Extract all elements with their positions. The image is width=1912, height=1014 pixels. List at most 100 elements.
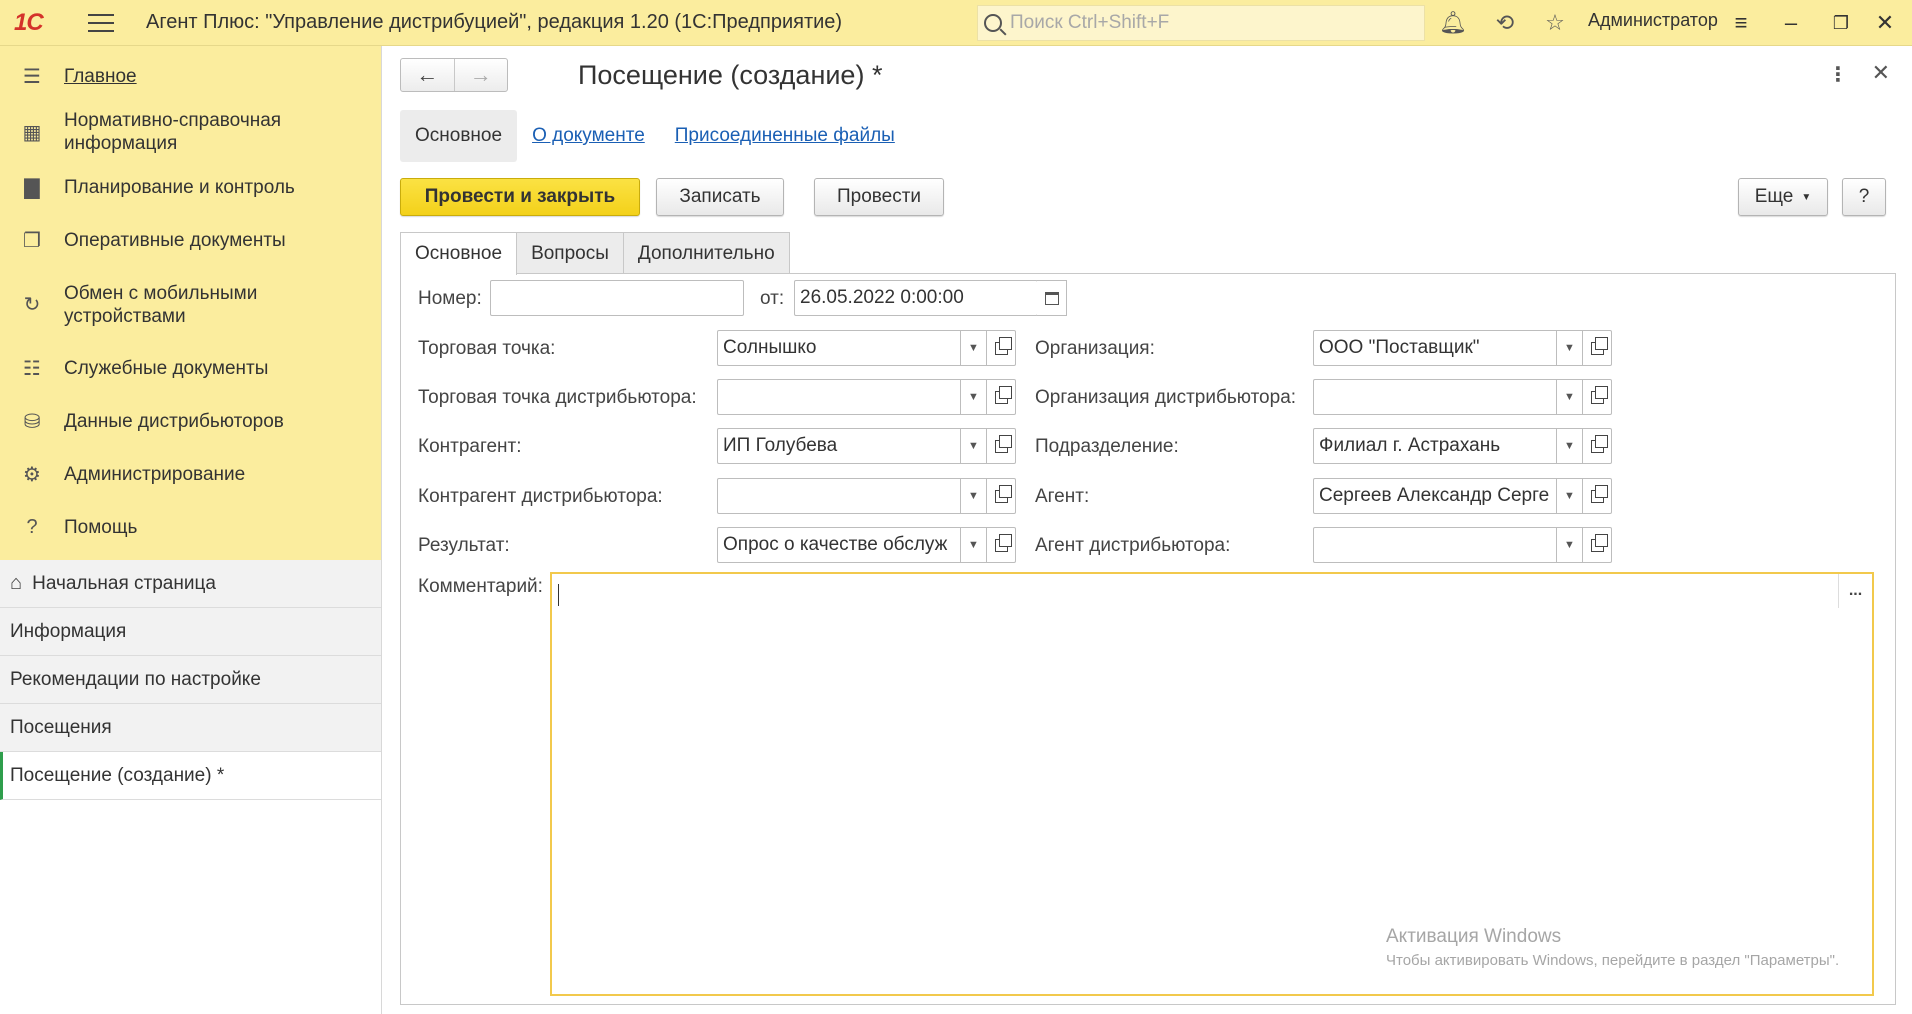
section-reference-info[interactable]: ▦ Нормативно-справочная информация xyxy=(0,103,381,161)
division-input[interactable]: Филиал г. Астрахань xyxy=(1313,428,1557,464)
history-icon[interactable]: ⟲ xyxy=(1490,8,1520,38)
open-window-visits[interactable]: Посещения xyxy=(0,704,381,752)
dist-counterparty-input[interactable] xyxy=(717,478,961,514)
open-icon[interactable] xyxy=(1583,330,1612,366)
result-label: Результат: xyxy=(418,535,510,556)
open-icon[interactable] xyxy=(987,527,1016,563)
section-planning[interactable]: ▇ Планирование и контроль xyxy=(0,161,381,214)
sync-icon: ↻ xyxy=(23,294,41,316)
open-window-home[interactable]: ⌂ Начальная страница xyxy=(0,560,381,608)
section-administration[interactable]: ⚙ Администрирование xyxy=(0,448,381,501)
more-vertical-icon[interactable]: ⋮ xyxy=(1828,62,1848,87)
counterparty-input[interactable]: ИП Голубева xyxy=(717,428,961,464)
save-button[interactable]: Записать xyxy=(656,178,784,216)
close-form-icon[interactable]: ✕ xyxy=(1872,60,1890,86)
form-tabs: Основное Вопросы Дополнительно xyxy=(400,232,790,275)
open-window-recommendations[interactable]: Рекомендации по настройке xyxy=(0,656,381,704)
dropdown-arrow-icon[interactable]: ▼ xyxy=(961,527,987,563)
panel-tab-main[interactable]: Основное xyxy=(400,110,518,162)
dist-organization-label: Организация дистрибьютора: xyxy=(1035,387,1297,408)
organization-input[interactable]: ООО "Поставщик" xyxy=(1313,330,1557,366)
result-input[interactable]: Опрос о качестве обслуж xyxy=(717,527,961,563)
open-icon[interactable] xyxy=(1583,527,1612,563)
open-icon[interactable] xyxy=(1583,478,1612,514)
open-window-visit-create[interactable]: Посещение (создание) * xyxy=(0,752,381,800)
question-icon: ? xyxy=(26,516,38,538)
outlet-input[interactable]: Солнышко xyxy=(717,330,961,366)
dropdown-arrow-icon[interactable]: ▼ xyxy=(961,379,987,415)
tab-questions[interactable]: Вопросы xyxy=(516,232,624,274)
search-box[interactable] xyxy=(977,5,1425,41)
comment-label: Комментарий: xyxy=(418,576,543,597)
post-and-close-button[interactable]: Провести и закрыть xyxy=(400,178,640,216)
star-icon[interactable]: ☆ xyxy=(1540,8,1570,38)
dist-counterparty-label: Контрагент дистрибьютора: xyxy=(418,486,663,507)
tab-main[interactable]: Основное xyxy=(400,232,518,275)
home-icon: ⌂ xyxy=(10,572,23,594)
number-label: Номер: xyxy=(418,288,482,309)
date-label: от: xyxy=(760,288,785,309)
section-service-docs[interactable]: ☷ Служебные документы xyxy=(0,342,381,395)
dropdown-arrow-icon[interactable]: ▼ xyxy=(1557,428,1583,464)
post-button[interactable]: Провести xyxy=(814,178,944,216)
more-dots-icon[interactable]: ... xyxy=(1838,574,1872,608)
database-icon: ⛁ xyxy=(23,411,41,433)
main-menu-icon[interactable] xyxy=(88,13,114,32)
more-button[interactable]: Еще ▼ xyxy=(1738,178,1828,216)
calendar-icon[interactable] xyxy=(1037,280,1067,316)
open-window-info[interactable]: Информация xyxy=(0,608,381,656)
open-icon[interactable] xyxy=(987,379,1016,415)
open-icon[interactable] xyxy=(1583,379,1612,415)
agent-input[interactable]: Сергеев Александр Серге xyxy=(1313,478,1557,514)
app-logo[interactable]: 1С xyxy=(14,9,66,37)
division-field: Филиал г. Астрахань ▼ xyxy=(1313,428,1612,464)
panel-tab-files[interactable]: Присоединенные файлы xyxy=(660,110,910,162)
section-distributor-data[interactable]: ⛁ Данные дистрибьюторов xyxy=(0,395,381,448)
bell-icon[interactable]: 🔔︎ xyxy=(1438,8,1468,38)
section-mobile-exchange[interactable]: ↻ Обмен с мобильными устройствами xyxy=(0,267,381,342)
section-help[interactable]: ? Помощь xyxy=(0,501,381,554)
history-nav: ← → xyxy=(400,58,508,92)
search-icon xyxy=(984,14,1002,32)
settings-menu-icon[interactable]: ≡ xyxy=(1724,6,1758,40)
dropdown-arrow-icon[interactable]: ▼ xyxy=(1557,478,1583,514)
dropdown-arrow-icon[interactable]: ▼ xyxy=(1557,330,1583,366)
dist-organization-input[interactable] xyxy=(1313,379,1557,415)
user-name[interactable]: Администратор xyxy=(1588,10,1718,31)
dropdown-arrow-icon[interactable]: ▼ xyxy=(961,478,987,514)
restore-icon[interactable]: ❐ xyxy=(1824,6,1858,40)
dist-outlet-field: ▼ xyxy=(717,379,1016,415)
chevron-down-icon: ▼ xyxy=(1801,191,1812,203)
agent-field: Сергеев Александр Серге ▼ xyxy=(1313,478,1612,514)
open-icon[interactable] xyxy=(987,330,1016,366)
dropdown-arrow-icon[interactable]: ▼ xyxy=(1557,527,1583,563)
minimize-icon[interactable]: – xyxy=(1774,6,1808,40)
tab-additional[interactable]: Дополнительно xyxy=(622,232,790,274)
search-input[interactable] xyxy=(1010,12,1410,34)
date-input[interactable]: 26.05.2022 0:00:00 xyxy=(794,280,1038,316)
open-icon[interactable] xyxy=(987,478,1016,514)
back-arrow-icon[interactable]: ← xyxy=(401,59,454,91)
section-main[interactable]: ☰ Главное xyxy=(0,50,381,103)
dropdown-arrow-icon[interactable]: ▼ xyxy=(961,428,987,464)
open-icon[interactable] xyxy=(1583,428,1612,464)
open-windows-list: ⌂ Начальная страница Информация Рекоменд… xyxy=(0,560,381,800)
help-button[interactable]: ? xyxy=(1842,178,1886,216)
dist-agent-input[interactable] xyxy=(1313,527,1557,563)
section-operational-docs[interactable]: ❐ Оперативные документы xyxy=(0,214,381,267)
dist-agent-label: Агент дистрибьютора: xyxy=(1035,535,1231,556)
dropdown-arrow-icon[interactable]: ▼ xyxy=(1557,379,1583,415)
close-window-icon[interactable]: ✕ xyxy=(1868,6,1902,40)
number-input[interactable] xyxy=(490,280,744,316)
open-icon[interactable] xyxy=(987,428,1016,464)
dist-outlet-input[interactable] xyxy=(717,379,961,415)
sections-panel: ☰ Главное ▦ Нормативно-справочная информ… xyxy=(0,46,381,560)
forward-arrow-icon[interactable]: → xyxy=(453,59,508,91)
dropdown-arrow-icon[interactable]: ▼ xyxy=(961,330,987,366)
form-panel-tabs: Основное О документе Присоединенные файл… xyxy=(400,110,910,162)
result-field: Опрос о качестве обслуж ▼ xyxy=(717,527,1016,563)
panel-tab-about[interactable]: О документе xyxy=(517,110,660,162)
outlet-label: Торговая точка: xyxy=(418,338,556,359)
dist-agent-field: ▼ xyxy=(1313,527,1612,563)
documents-icon: ❐ xyxy=(23,230,41,252)
